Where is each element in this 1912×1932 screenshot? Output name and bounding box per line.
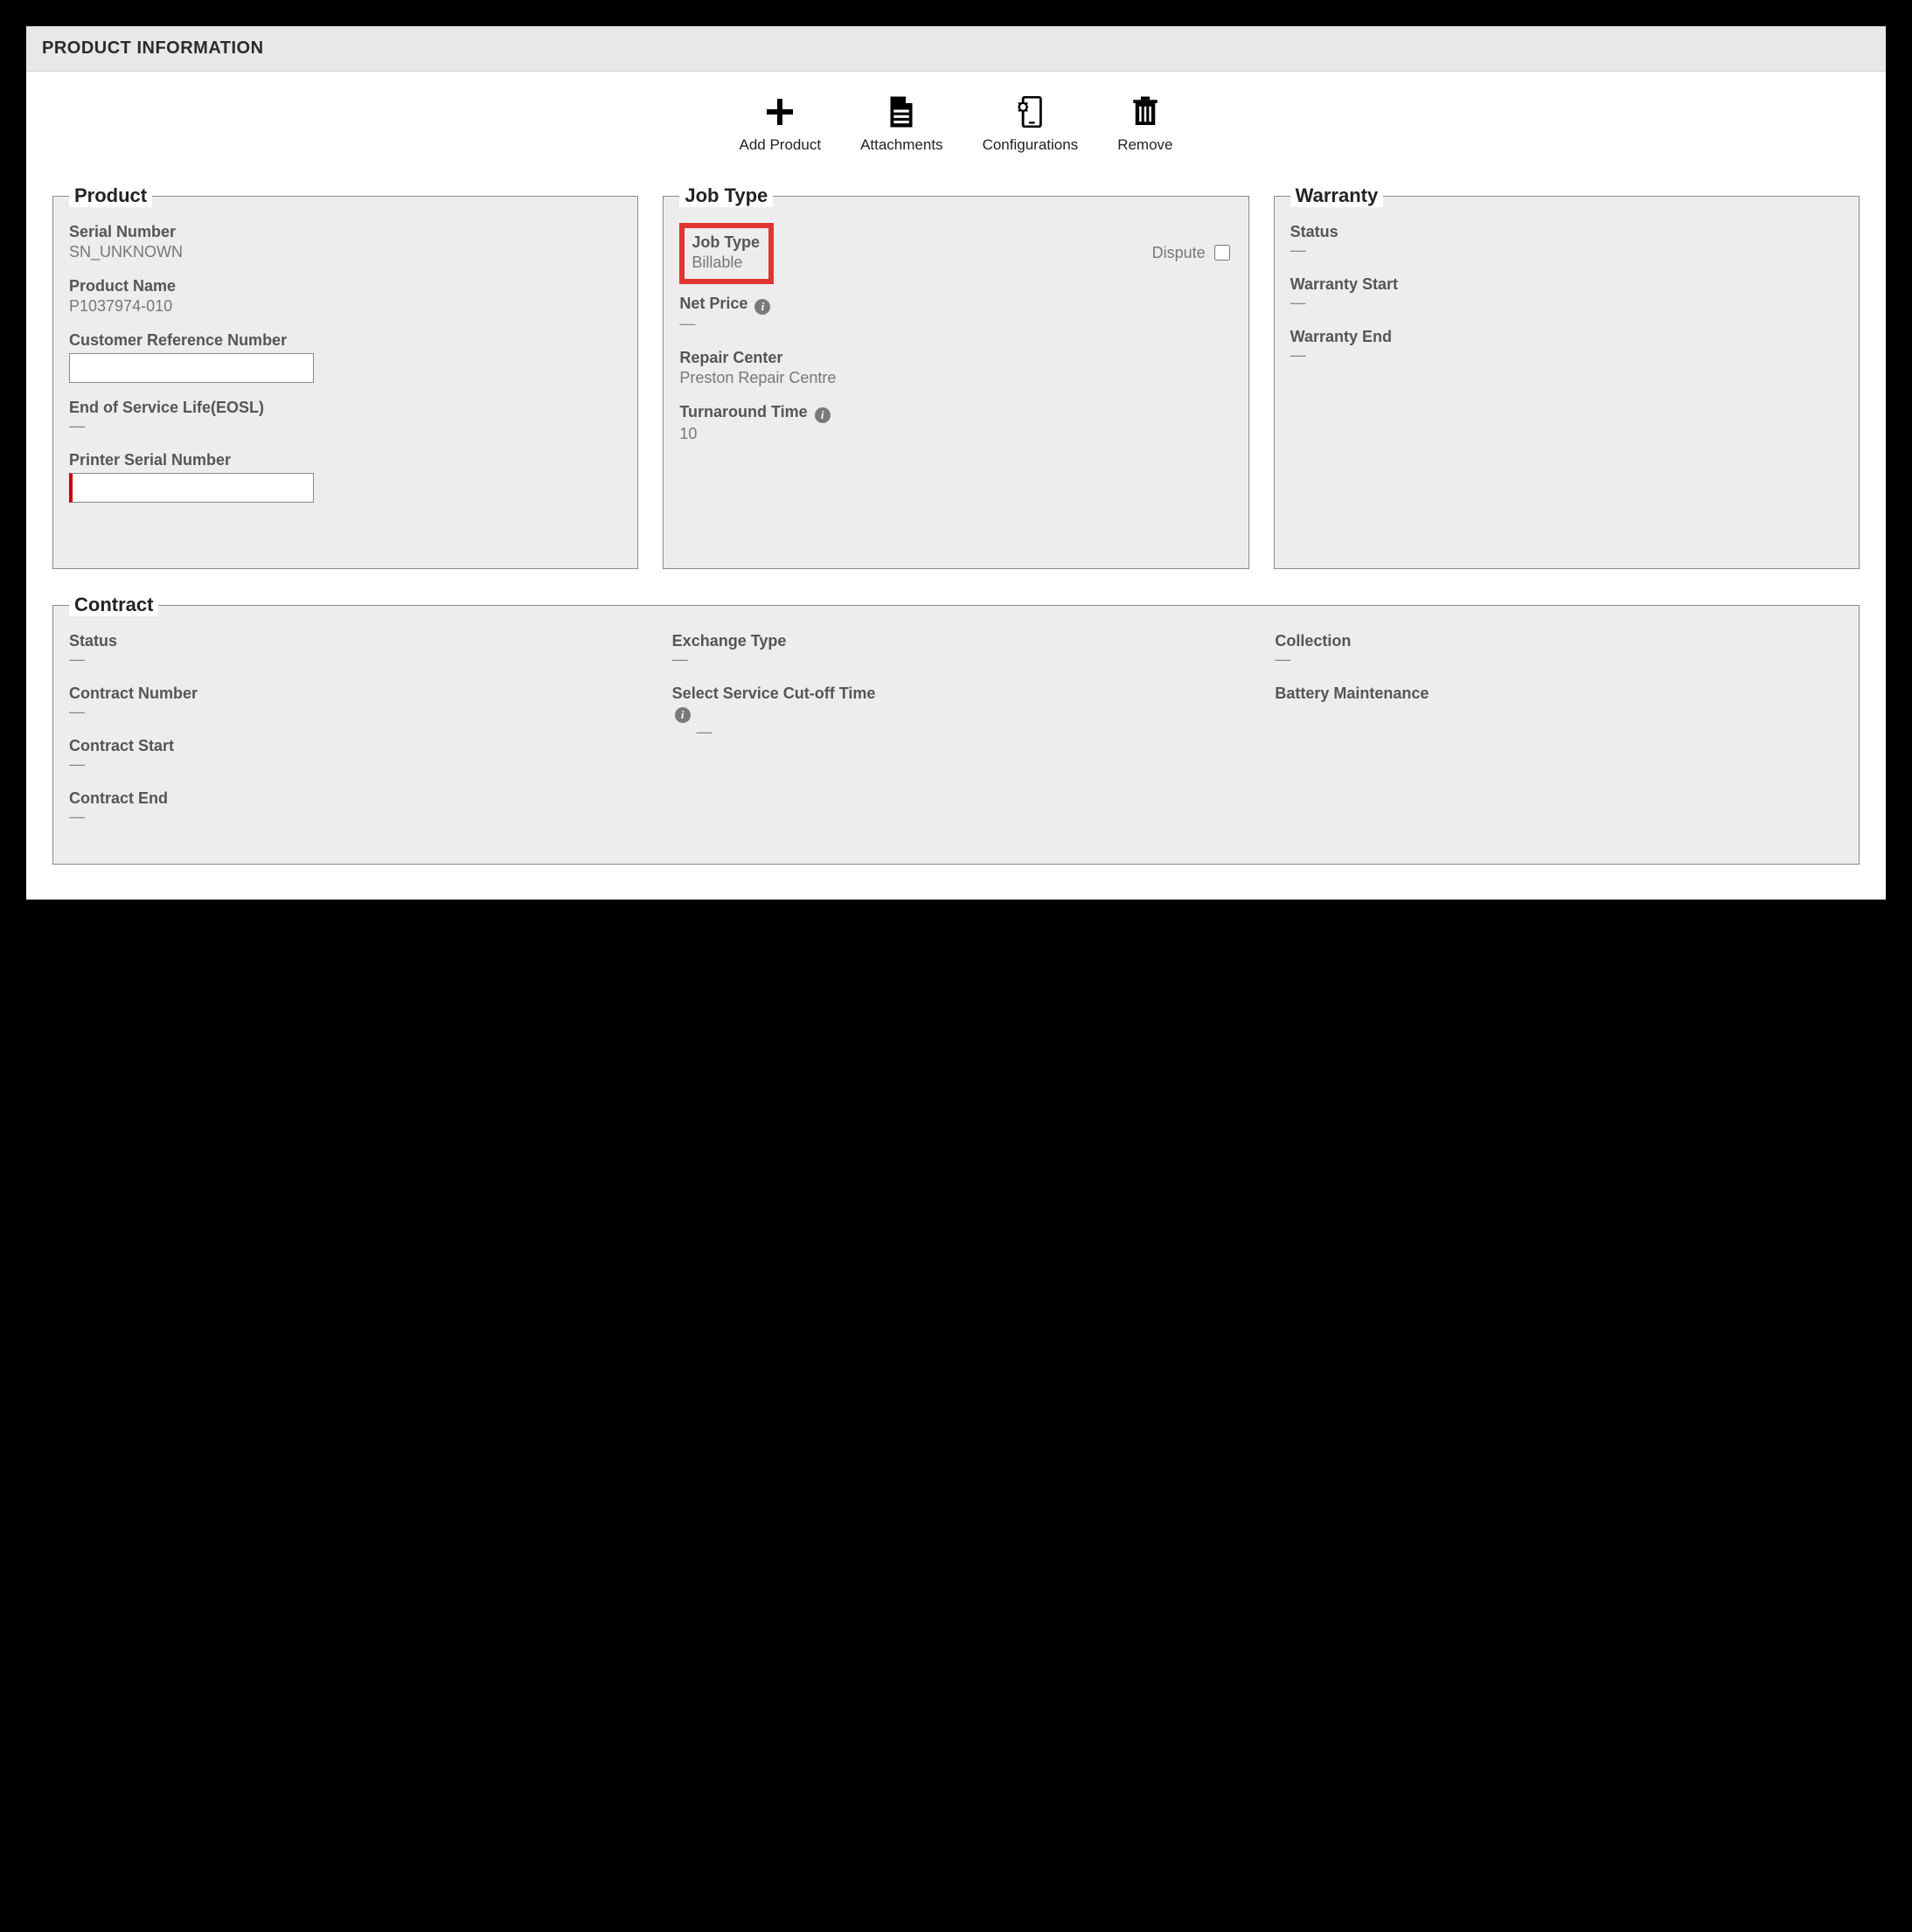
- remove-label: Remove: [1117, 136, 1172, 154]
- warranty-status-label: Status: [1290, 223, 1843, 241]
- turnaround-value: 10: [679, 425, 1232, 443]
- content-area: Add Product Attachments Configurations R…: [26, 72, 1886, 900]
- eosl-value: —: [69, 417, 622, 435]
- serial-number-value: SN_UNKNOWN: [69, 243, 622, 261]
- jobtype-fieldset: Job Type Job Type Billable Dispute Net P…: [663, 184, 1248, 569]
- contract-status-value: —: [69, 650, 637, 669]
- info-icon[interactable]: i: [754, 299, 770, 315]
- warranty-end-value: —: [1290, 346, 1843, 365]
- dispute-control[interactable]: Dispute: [1152, 242, 1233, 263]
- eosl-label: End of Service Life(EOSL): [69, 399, 622, 417]
- serial-number-label: Serial Number: [69, 223, 622, 241]
- contract-number-label: Contract Number: [69, 685, 637, 703]
- warranty-status-value: —: [1290, 241, 1843, 260]
- warranty-start-label: Warranty Start: [1290, 275, 1843, 294]
- device-gear-icon: [1014, 96, 1046, 128]
- warranty-start-value: —: [1290, 294, 1843, 312]
- attachments-label: Attachments: [860, 136, 943, 154]
- contract-number-value: —: [69, 703, 637, 721]
- configurations-button[interactable]: Configurations: [983, 96, 1079, 154]
- contract-status-label: Status: [69, 632, 637, 650]
- turnaround-label: Turnaround Time i: [679, 403, 1232, 423]
- jobtype-highlight: Job Type Billable: [679, 223, 774, 284]
- document-icon: [886, 96, 917, 128]
- contract-end-value: —: [69, 808, 637, 826]
- info-icon[interactable]: i: [815, 407, 831, 423]
- net-price-label: Net Price i: [679, 295, 1232, 315]
- contract-legend: Contract: [69, 594, 158, 616]
- product-fieldset: Product Serial Number SN_UNKNOWN Product…: [52, 184, 638, 569]
- printer-serial-input[interactable]: [69, 473, 314, 503]
- product-info-panel: PRODUCT INFORMATION Add Product Attachme…: [26, 26, 1886, 900]
- net-price-value: —: [679, 315, 1232, 333]
- action-toolbar: Add Product Attachments Configurations R…: [52, 96, 1860, 154]
- customer-reference-input[interactable]: [69, 353, 314, 383]
- contract-start-label: Contract Start: [69, 737, 637, 755]
- product-name-label: Product Name: [69, 277, 622, 295]
- contract-fieldset: Contract Status — Contract Number — Cont…: [52, 594, 1860, 865]
- warranty-fieldset: Warranty Status — Warranty Start — Warra…: [1274, 184, 1860, 569]
- exchange-type-value: —: [672, 650, 1241, 669]
- collection-value: —: [1275, 650, 1843, 669]
- cutoff-time-label: Select Service Cut-off Time i: [672, 685, 1241, 723]
- plus-icon: [764, 96, 796, 128]
- section-title: PRODUCT INFORMATION: [42, 38, 264, 58]
- product-name-value: P1037974-010: [69, 297, 622, 316]
- cutoff-time-value: —: [697, 723, 1241, 741]
- dispute-checkbox[interactable]: [1214, 245, 1230, 261]
- jobtype-label: Job Type: [692, 233, 760, 252]
- exchange-type-label: Exchange Type: [672, 632, 1241, 650]
- info-icon[interactable]: i: [675, 707, 691, 723]
- jobtype-value: Billable: [692, 254, 760, 272]
- jobtype-legend: Job Type: [679, 184, 773, 207]
- printer-serial-label: Printer Serial Number: [69, 451, 622, 469]
- detail-columns: Product Serial Number SN_UNKNOWN Product…: [52, 184, 1860, 569]
- section-header: PRODUCT INFORMATION: [26, 26, 1886, 72]
- battery-maintenance-label: Battery Maintenance: [1275, 685, 1843, 703]
- repair-center-label: Repair Center: [679, 349, 1232, 367]
- trash-icon: [1130, 96, 1161, 128]
- customer-reference-label: Customer Reference Number: [69, 331, 622, 350]
- add-product-button[interactable]: Add Product: [740, 96, 822, 154]
- collection-label: Collection: [1275, 632, 1843, 650]
- remove-button[interactable]: Remove: [1117, 96, 1172, 154]
- configurations-label: Configurations: [983, 136, 1079, 154]
- attachments-button[interactable]: Attachments: [860, 96, 943, 154]
- warranty-legend: Warranty: [1290, 184, 1384, 207]
- contract-start-value: —: [69, 755, 637, 774]
- repair-center-value: Preston Repair Centre: [679, 369, 1232, 387]
- contract-end-label: Contract End: [69, 789, 637, 808]
- product-legend: Product: [69, 184, 152, 207]
- warranty-end-label: Warranty End: [1290, 328, 1843, 346]
- dispute-label: Dispute: [1152, 244, 1206, 262]
- add-product-label: Add Product: [740, 136, 822, 154]
